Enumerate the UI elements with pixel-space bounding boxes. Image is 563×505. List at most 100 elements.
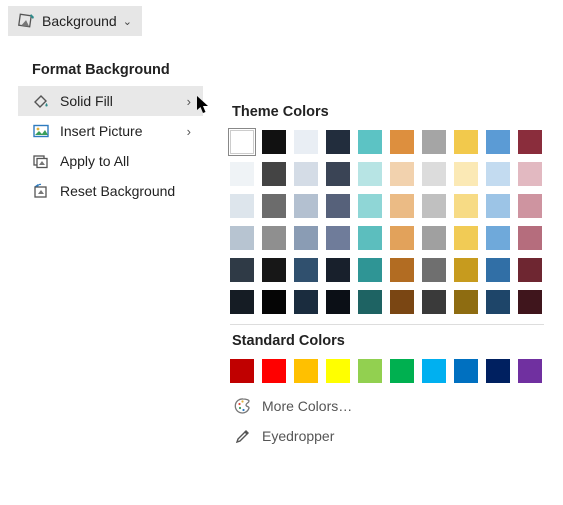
theme-color-swatch[interactable]: [518, 130, 542, 154]
theme-color-swatch[interactable]: [518, 290, 542, 314]
theme-colors-title: Theme Colors: [232, 104, 558, 120]
theme-color-swatch[interactable]: [294, 162, 318, 186]
theme-color-swatch[interactable]: [390, 258, 414, 282]
theme-color-swatch[interactable]: [326, 290, 350, 314]
standard-color-swatch[interactable]: [422, 359, 446, 383]
theme-color-swatch[interactable]: [294, 290, 318, 314]
divider: [230, 324, 544, 325]
chevron-right-icon: ›: [187, 94, 191, 109]
theme-color-swatch[interactable]: [326, 194, 350, 218]
theme-colors-grid-shades: [230, 162, 558, 314]
theme-color-swatch[interactable]: [390, 226, 414, 250]
theme-color-swatch[interactable]: [422, 258, 446, 282]
theme-color-swatch[interactable]: [262, 194, 286, 218]
theme-color-swatch[interactable]: [390, 194, 414, 218]
theme-color-swatch[interactable]: [486, 258, 510, 282]
menu-item-label: Apply to All: [60, 153, 129, 169]
standard-color-swatch[interactable]: [230, 359, 254, 383]
theme-color-swatch[interactable]: [518, 258, 542, 282]
theme-color-swatch[interactable]: [454, 258, 478, 282]
theme-color-swatch[interactable]: [262, 130, 286, 154]
theme-color-swatch[interactable]: [262, 162, 286, 186]
theme-colors-grid: [230, 130, 558, 154]
theme-color-swatch[interactable]: [454, 290, 478, 314]
more-colors-button[interactable]: More Colors…: [230, 391, 558, 421]
standard-color-swatch[interactable]: [262, 359, 286, 383]
standard-color-swatch[interactable]: [518, 359, 542, 383]
theme-color-swatch[interactable]: [422, 290, 446, 314]
theme-color-swatch[interactable]: [486, 290, 510, 314]
standard-color-swatch[interactable]: [358, 359, 382, 383]
paint-bucket-icon: [32, 92, 50, 110]
theme-color-swatch[interactable]: [390, 130, 414, 154]
theme-color-swatch[interactable]: [294, 130, 318, 154]
theme-color-swatch[interactable]: [358, 194, 382, 218]
more-colors-label: More Colors…: [262, 398, 352, 414]
theme-color-swatch[interactable]: [486, 226, 510, 250]
standard-color-swatch[interactable]: [294, 359, 318, 383]
theme-color-swatch[interactable]: [262, 226, 286, 250]
theme-color-swatch[interactable]: [454, 162, 478, 186]
theme-color-swatch[interactable]: [230, 290, 254, 314]
menu-title: Format Background: [18, 58, 203, 86]
theme-color-swatch[interactable]: [358, 162, 382, 186]
menu-item-label: Reset Background: [60, 183, 175, 199]
chevron-down-icon: ⌄: [123, 15, 132, 28]
background-dropdown-button[interactable]: Background ⌄: [8, 6, 142, 36]
theme-color-swatch[interactable]: [422, 226, 446, 250]
theme-color-swatch[interactable]: [294, 226, 318, 250]
eyedropper-button[interactable]: Eyedropper: [230, 421, 558, 451]
theme-color-swatch[interactable]: [518, 162, 542, 186]
theme-color-swatch[interactable]: [422, 162, 446, 186]
theme-color-swatch[interactable]: [454, 130, 478, 154]
palette-icon: [234, 397, 252, 415]
theme-color-swatch[interactable]: [294, 258, 318, 282]
menu-item-label: Solid Fill: [60, 93, 113, 109]
theme-color-swatch[interactable]: [326, 258, 350, 282]
theme-color-swatch[interactable]: [230, 194, 254, 218]
theme-color-swatch[interactable]: [358, 258, 382, 282]
standard-color-swatch[interactable]: [454, 359, 478, 383]
theme-color-swatch[interactable]: [358, 290, 382, 314]
format-background-icon: [18, 12, 36, 30]
theme-color-swatch[interactable]: [422, 194, 446, 218]
theme-color-swatch[interactable]: [518, 226, 542, 250]
standard-color-swatch[interactable]: [326, 359, 350, 383]
theme-color-swatch[interactable]: [230, 226, 254, 250]
theme-color-swatch[interactable]: [230, 162, 254, 186]
theme-color-swatch[interactable]: [262, 290, 286, 314]
theme-color-swatch[interactable]: [486, 194, 510, 218]
menu-item-apply-all[interactable]: Apply to All: [18, 146, 203, 176]
menu-item-label: Insert Picture: [60, 123, 142, 139]
theme-color-swatch[interactable]: [454, 226, 478, 250]
theme-color-swatch[interactable]: [230, 130, 254, 154]
menu-item-solid-fill[interactable]: Solid Fill ›: [18, 86, 203, 116]
standard-color-swatch[interactable]: [390, 359, 414, 383]
theme-color-swatch[interactable]: [422, 130, 446, 154]
menu-item-insert-picture[interactable]: Insert Picture ›: [18, 116, 203, 146]
theme-color-swatch[interactable]: [326, 226, 350, 250]
reset-icon: [32, 182, 50, 200]
theme-color-swatch[interactable]: [486, 130, 510, 154]
standard-color-swatch[interactable]: [486, 359, 510, 383]
theme-color-swatch[interactable]: [454, 194, 478, 218]
theme-color-swatch[interactable]: [326, 130, 350, 154]
standard-colors-grid: [230, 359, 558, 383]
theme-color-swatch[interactable]: [486, 162, 510, 186]
menu-item-reset-background[interactable]: Reset Background: [18, 176, 203, 206]
theme-color-swatch[interactable]: [262, 258, 286, 282]
standard-colors-title: Standard Colors: [232, 333, 558, 349]
apply-all-icon: [32, 152, 50, 170]
eyedropper-label: Eyedropper: [262, 428, 334, 444]
color-picker-panel: Theme Colors Standard Colors More Colors…: [218, 92, 558, 461]
theme-color-swatch[interactable]: [230, 258, 254, 282]
theme-color-swatch[interactable]: [390, 290, 414, 314]
picture-icon: [32, 122, 50, 140]
theme-color-swatch[interactable]: [294, 194, 318, 218]
theme-color-swatch[interactable]: [326, 162, 350, 186]
format-background-menu: Format Background Solid Fill › Insert Pi…: [18, 50, 203, 216]
theme-color-swatch[interactable]: [390, 162, 414, 186]
theme-color-swatch[interactable]: [518, 194, 542, 218]
theme-color-swatch[interactable]: [358, 226, 382, 250]
theme-color-swatch[interactable]: [358, 130, 382, 154]
